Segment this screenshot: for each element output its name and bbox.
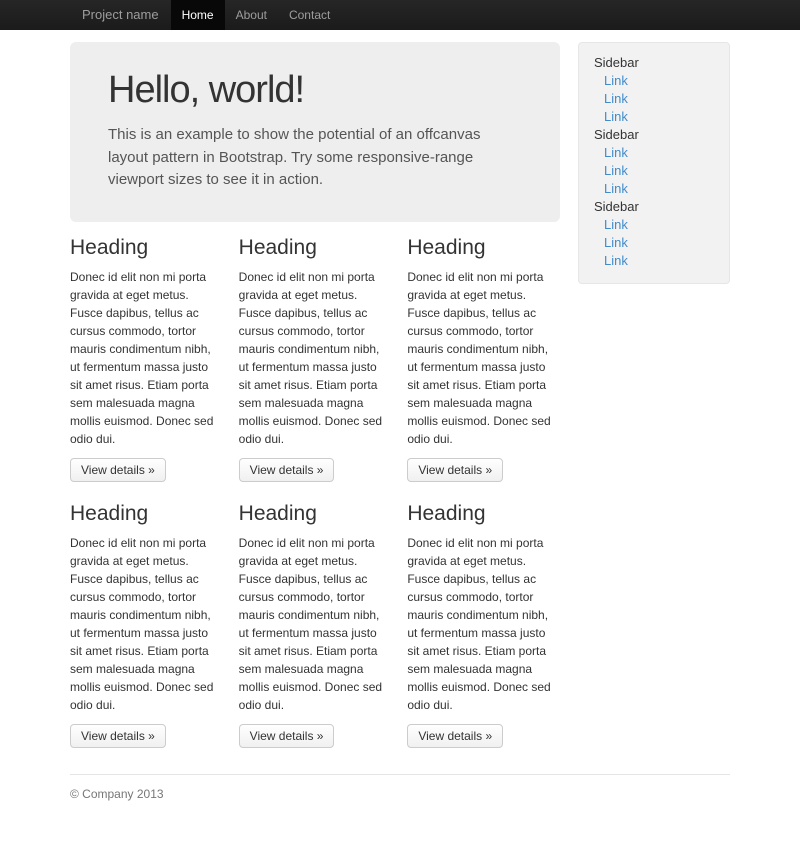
card-heading: Heading <box>239 502 392 526</box>
card: Heading Donec id elit non mi porta gravid… <box>70 236 223 482</box>
copyright-text: © Company 2013 <box>70 787 730 801</box>
sidebar-link[interactable]: Link <box>594 216 714 234</box>
jumbotron-text: This is an example to show the potential… <box>108 124 522 192</box>
jumbotron: Hello, world! This is an example to show… <box>70 42 560 222</box>
card-body-text: Donec id elit non mi porta gravida at eg… <box>407 534 560 714</box>
card: Heading Donec id elit non mi porta gravid… <box>70 502 223 748</box>
nav-item-contact[interactable]: Contact <box>278 0 341 30</box>
card: Heading Donec id elit non mi porta gravid… <box>407 236 560 482</box>
content-container: Hello, world! This is an example to show… <box>70 30 730 843</box>
card-body-text: Donec id elit non mi porta gravida at eg… <box>70 268 223 448</box>
main-column: Hello, world! This is an example to show… <box>70 42 560 748</box>
view-details-button[interactable]: View details » <box>239 458 335 482</box>
card-body-text: Donec id elit non mi porta gravida at eg… <box>239 534 392 714</box>
navbar-menu: HomeAboutContact <box>171 0 342 30</box>
sidebar-link[interactable]: Link <box>594 144 714 162</box>
sidebar-header: Sidebar <box>594 198 714 216</box>
sidebar: SidebarLinkLinkLinkSidebarLinkLinkLinkSi… <box>578 42 730 284</box>
page: Project name HomeAboutContact Hello, wor… <box>0 0 800 843</box>
view-details-button[interactable]: View details » <box>407 724 503 748</box>
card-heading: Heading <box>239 236 392 260</box>
card-heading: Heading <box>407 236 560 260</box>
nav-item-about[interactable]: About <box>225 0 278 30</box>
view-details-button[interactable]: View details » <box>70 724 166 748</box>
sidebar-header: Sidebar <box>594 126 714 144</box>
sidebar-link[interactable]: Link <box>594 234 714 252</box>
sidebar-link[interactable]: Link <box>594 72 714 90</box>
card-heading: Heading <box>407 502 560 526</box>
card-body-text: Donec id elit non mi porta gravida at eg… <box>70 534 223 714</box>
sidebar-link[interactable]: Link <box>594 108 714 126</box>
sidebar-link[interactable]: Link <box>594 90 714 108</box>
card-body-text: Donec id elit non mi porta gravida at eg… <box>407 268 560 448</box>
card: Heading Donec id elit non mi porta gravid… <box>239 236 392 482</box>
card-body-text: Donec id elit non mi porta gravida at eg… <box>239 268 392 448</box>
cards-grid: Heading Donec id elit non mi porta gravid… <box>70 236 560 748</box>
jumbotron-title: Hello, world! <box>108 69 522 112</box>
sidebar-link[interactable]: Link <box>594 180 714 198</box>
footer: © Company 2013 <box>70 774 730 843</box>
content-row: Hello, world! This is an example to show… <box>70 30 730 748</box>
sidebar-link[interactable]: Link <box>594 162 714 180</box>
card-heading: Heading <box>70 502 223 526</box>
view-details-button[interactable]: View details » <box>407 458 503 482</box>
nav-item-home[interactable]: Home <box>171 0 225 30</box>
card: Heading Donec id elit non mi porta gravid… <box>239 502 392 748</box>
view-details-button[interactable]: View details » <box>70 458 166 482</box>
navbar: Project name HomeAboutContact <box>0 0 800 30</box>
navbar-inner: Project name HomeAboutContact <box>70 0 730 30</box>
card: Heading Donec id elit non mi porta gravid… <box>407 502 560 748</box>
card-heading: Heading <box>70 236 223 260</box>
sidebar-link[interactable]: Link <box>594 252 714 270</box>
view-details-button[interactable]: View details » <box>239 724 335 748</box>
brand-link[interactable]: Project name <box>70 0 171 30</box>
sidebar-header: Sidebar <box>594 54 714 72</box>
